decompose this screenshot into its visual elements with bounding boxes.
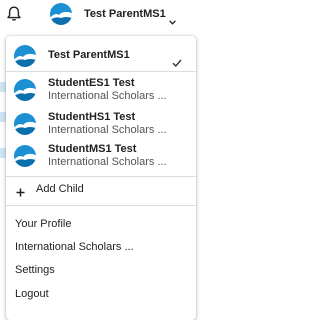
- avatar: [14, 113, 36, 135]
- account-organization: International Scholars ...: [48, 90, 167, 102]
- account-item-student[interactable]: StudentHS1 Test International Scholars .…: [6, 108, 196, 140]
- divider: [6, 176, 196, 177]
- settings-link[interactable]: Settings: [15, 264, 55, 276]
- divider: [6, 71, 196, 72]
- divider: [6, 205, 196, 206]
- bell-icon[interactable]: [6, 5, 22, 23]
- current-account-name: Test ParentMS1: [84, 8, 166, 20]
- account-dropdown-menu: Test ParentMS1 StudentES1 Test Internati…: [6, 36, 196, 320]
- top-bar: Test ParentMS1: [0, 0, 209, 30]
- account-name: StudentMS1 Test: [48, 143, 137, 155]
- check-icon: [172, 54, 182, 68]
- account-item-student[interactable]: StudentMS1 Test International Scholars .…: [6, 140, 196, 172]
- account-item-parent[interactable]: Test ParentMS1: [6, 40, 196, 70]
- plus-icon: [16, 184, 25, 197]
- account-name: Test ParentMS1: [48, 49, 130, 61]
- account-menu-toggle[interactable]: Test ParentMS1: [50, 3, 176, 25]
- account-name: StudentES1 Test: [48, 77, 135, 89]
- avatar: [50, 3, 72, 25]
- your-profile-link[interactable]: Your Profile: [15, 218, 71, 230]
- account-name: StudentHS1 Test: [48, 111, 136, 123]
- add-child-label: Add Child: [36, 183, 84, 195]
- avatar: [14, 79, 36, 101]
- chevron-down-icon: [168, 12, 176, 25]
- account-organization: International Scholars ...: [48, 156, 167, 168]
- add-child-button[interactable]: Add Child: [6, 180, 196, 202]
- avatar: [14, 45, 36, 67]
- logout-link[interactable]: Logout: [15, 288, 49, 300]
- account-organization: International Scholars ...: [48, 124, 167, 136]
- account-item-student[interactable]: StudentES1 Test International Scholars .…: [6, 74, 196, 106]
- organization-link[interactable]: International Scholars ...: [15, 241, 134, 253]
- avatar: [14, 145, 36, 167]
